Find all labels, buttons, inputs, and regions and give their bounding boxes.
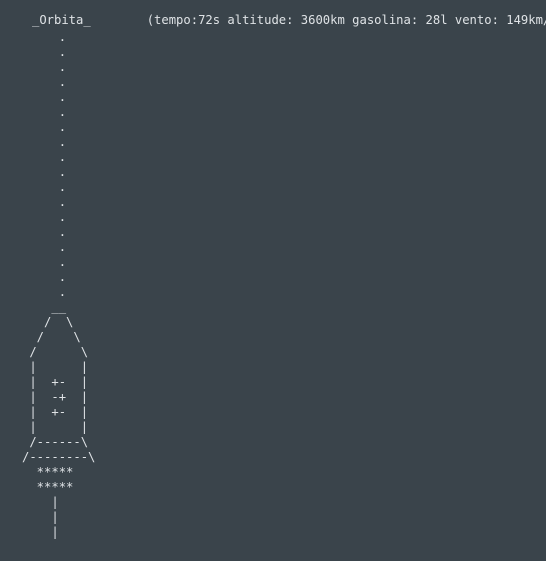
rocket-ascii-art: . . . . . . . . . . . . . . . . . . __ /… <box>22 30 96 539</box>
terminal-window: _Orbita_ (tempo:72s altitude: 3600km gaso… <box>0 0 546 561</box>
game-title: _Orbita_ <box>32 13 91 27</box>
telemetry-status: (tempo:72s altitude: 3600km gasolina: 28… <box>146 13 546 27</box>
header-line: _Orbita_ (tempo:72s altitude: 3600km gaso… <box>32 13 546 28</box>
